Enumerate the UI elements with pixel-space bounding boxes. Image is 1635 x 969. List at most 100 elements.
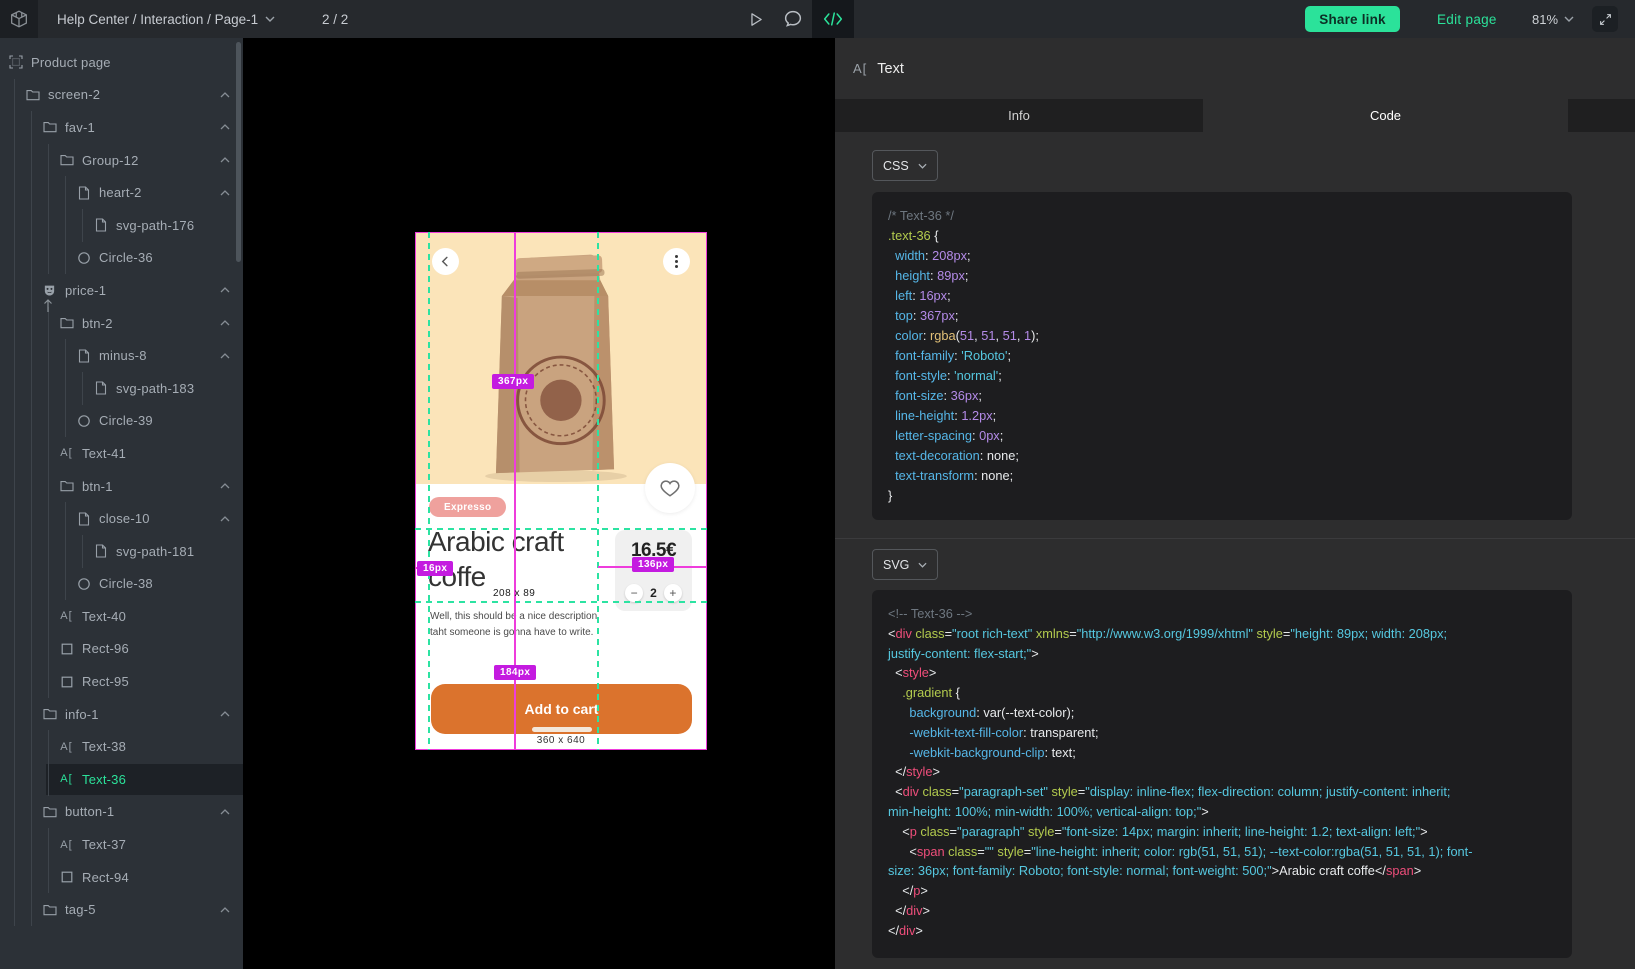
layer-row-close-10[interactable]: close-10 [0, 502, 243, 535]
app-logo[interactable] [0, 0, 38, 38]
layer-row-svg-path-181[interactable]: svg-path-181 [0, 535, 243, 568]
folder-icon [25, 87, 40, 102]
layer-row-Text-41[interactable]: A[Text-41 [0, 437, 243, 470]
layer-row-Group-12[interactable]: Group-12 [0, 144, 243, 177]
tree-guide-line [48, 502, 59, 535]
layer-row-price-1[interactable]: price-1 [0, 274, 243, 307]
chevron-up-icon[interactable] [220, 353, 230, 359]
selection-size-label: 208 x 89 [493, 588, 535, 599]
tree-guide-line [48, 176, 59, 209]
layer-row-Rect-95[interactable]: Rect-95 [0, 665, 243, 698]
layer-label: Text-38 [82, 739, 126, 754]
plus-button[interactable]: + [664, 584, 682, 602]
tab-info[interactable]: Info [835, 99, 1203, 132]
chevron-up-icon[interactable] [220, 516, 230, 522]
tree-guide-line [31, 144, 42, 177]
share-link-button[interactable]: Share link [1305, 6, 1400, 32]
inspector-header: A[ Text [835, 38, 1635, 99]
favorite-button[interactable] [645, 463, 695, 513]
tree-guide-line [14, 339, 25, 372]
layer-label: tag-5 [65, 902, 96, 917]
layer-row-btn-1[interactable]: btn-1 [0, 470, 243, 503]
svg-format-dropdown[interactable]: SVG [872, 549, 938, 580]
layer-row-Text-38[interactable]: A[Text-38 [0, 730, 243, 763]
tree-guide-line [48, 763, 59, 796]
layer-label: Rect-95 [82, 674, 129, 689]
code-line: size: 36px; font-family: Roboto; font-st… [888, 861, 1556, 881]
code-view-button[interactable] [812, 0, 854, 38]
play-button[interactable] [745, 0, 765, 38]
tree-guide-line [65, 242, 76, 275]
chevron-up-icon[interactable] [220, 483, 230, 489]
breadcrumb[interactable]: Help Center / Interaction / Page-1 [57, 0, 275, 38]
more-menu-button[interactable] [663, 248, 690, 275]
layer-row-Circle-38[interactable]: Circle-38 [0, 568, 243, 601]
layer-row-info-1[interactable]: info-1 [0, 698, 243, 731]
layer-row-svg-path-183[interactable]: svg-path-183 [0, 372, 243, 405]
chevron-up-icon[interactable] [220, 190, 230, 196]
chevron-up-icon[interactable] [220, 809, 230, 815]
layer-label: Text-37 [82, 837, 126, 852]
category-tag[interactable]: Expresso [429, 497, 506, 517]
layer-label: Rect-94 [82, 870, 129, 885]
layer-label: btn-2 [82, 316, 113, 331]
tree-guide-line [48, 470, 59, 503]
layer-row-Rect-96[interactable]: Rect-96 [0, 633, 243, 666]
chevron-up-icon[interactable] [220, 157, 230, 163]
layer-row-Product page[interactable]: Product page [0, 46, 243, 79]
tree-guide-line [14, 796, 25, 829]
product-title[interactable]: Arabic craft coffe [428, 524, 606, 594]
svgfile-icon [93, 381, 108, 396]
comment-button[interactable] [781, 0, 805, 38]
layer-row-tag-5[interactable]: tag-5 [0, 893, 243, 926]
sidebar-scrollbar[interactable] [236, 42, 241, 262]
chevron-up-icon[interactable] [220, 907, 230, 913]
chevron-up-icon[interactable] [220, 92, 230, 98]
edit-page-link[interactable]: Edit page [1437, 0, 1497, 38]
layer-row-Circle-36[interactable]: Circle-36 [0, 242, 243, 275]
tree-guide-line [14, 209, 25, 242]
tree-guide-line [65, 339, 76, 372]
chevron-up-icon[interactable] [220, 287, 230, 293]
css-format-dropdown[interactable]: CSS [872, 150, 938, 181]
layer-row-heart-2[interactable]: heart-2 [0, 176, 243, 209]
layer-row-Text-40[interactable]: A[Text-40 [0, 600, 243, 633]
artboard[interactable]: Expresso Arabic craft coffe 208 x 89 16.… [415, 232, 707, 750]
chevron-up-icon[interactable] [220, 711, 230, 717]
layer-label: Circle-38 [99, 576, 153, 591]
tab-code[interactable]: Code [1203, 99, 1568, 132]
layer-row-fav-1[interactable]: fav-1 [0, 111, 243, 144]
code-line: top: 367px; [888, 306, 1556, 326]
tree-guide-line [14, 665, 25, 698]
tree-guide-line [31, 372, 42, 405]
layer-row-Text-36[interactable]: A[Text-36 [0, 763, 243, 796]
layer-row-minus-8[interactable]: minus-8 [0, 339, 243, 372]
teal-guide-horizontal-top [415, 528, 707, 530]
zoom-control[interactable]: 81% [1532, 0, 1574, 38]
tree-guide-line [14, 502, 25, 535]
back-button[interactable] [432, 248, 459, 275]
chevron-down-icon [918, 163, 927, 169]
tree-guide-line [31, 242, 42, 275]
chevron-up-icon[interactable] [220, 320, 230, 326]
layer-row-button-1[interactable]: button-1 [0, 796, 243, 829]
minus-button[interactable]: − [625, 584, 643, 602]
layer-row-Rect-94[interactable]: Rect-94 [0, 861, 243, 894]
rect-icon [59, 674, 74, 689]
tree-guide-line [82, 372, 93, 405]
tree-guide-line [48, 568, 59, 601]
fullscreen-button[interactable] [1592, 6, 1618, 32]
tree-guide-line [14, 861, 25, 894]
product-image-area[interactable] [416, 233, 706, 484]
section-divider [835, 538, 1635, 539]
quantity-stepper: − 2 + [615, 584, 692, 602]
layer-row-Circle-39[interactable]: Circle-39 [0, 405, 243, 438]
tree-guide-line [31, 568, 42, 601]
layer-row-screen-2[interactable]: screen-2 [0, 79, 243, 112]
layer-row-svg-path-176[interactable]: svg-path-176 [0, 209, 243, 242]
code-line: font-style: 'normal'; [888, 366, 1556, 386]
layer-row-Text-37[interactable]: A[Text-37 [0, 828, 243, 861]
layer-row-btn-2[interactable]: btn-2 [0, 307, 243, 340]
chevron-up-icon[interactable] [220, 124, 230, 130]
folder-icon [59, 479, 74, 494]
